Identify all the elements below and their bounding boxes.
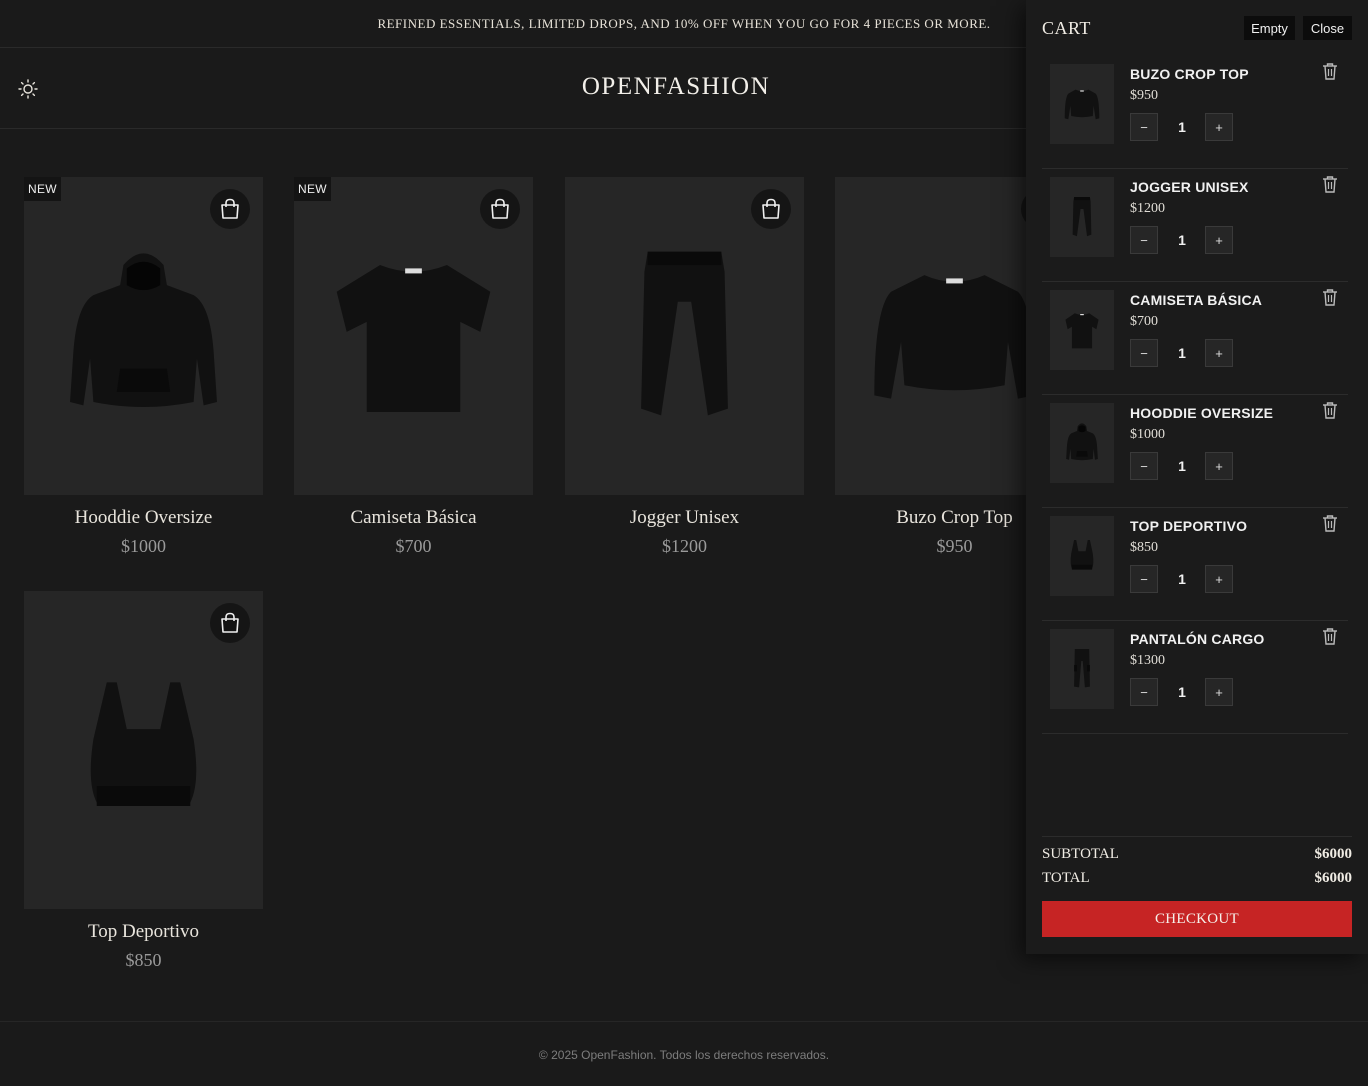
cart-totals: SUBTOTAL $6000 TOTAL $6000 <box>1042 836 1352 886</box>
cart-item-thumbnail <box>1050 629 1114 709</box>
increase-quantity-button[interactable]: + <box>1205 113 1233 141</box>
quantity-value: 1 <box>1178 684 1186 700</box>
remove-item-button[interactable] <box>1320 625 1340 647</box>
shopping-bag-icon <box>491 198 509 219</box>
remove-item-button[interactable] <box>1320 173 1340 195</box>
cart-item-name: JOGGER UNISEX <box>1130 179 1249 195</box>
close-cart-button[interactable]: Close <box>1303 16 1352 40</box>
cart-item-thumbnail <box>1050 64 1114 144</box>
product-name[interactable]: Hooddie Oversize <box>24 507 263 529</box>
product-image[interactable] <box>24 591 263 909</box>
cart-item: TOP DEPORTIVO $850 − 1 + <box>1042 508 1348 621</box>
cargo-pants-image <box>1074 649 1090 688</box>
add-to-cart-button[interactable] <box>210 189 250 229</box>
product-price: $1200 <box>662 536 707 556</box>
cart-item-price: $1200 <box>1130 201 1165 216</box>
add-to-cart-button[interactable] <box>751 189 791 229</box>
quantity-value: 1 <box>1178 458 1186 474</box>
subtotal-label: SUBTOTAL <box>1042 846 1119 862</box>
decrease-quantity-button[interactable]: − <box>1130 113 1158 141</box>
cart-item-thumbnail <box>1050 177 1114 257</box>
cart-item-price: $850 <box>1130 540 1158 555</box>
product-price: $1000 <box>121 536 166 556</box>
cart-item-price: $1300 <box>1130 653 1165 668</box>
crop-sweater-image <box>1064 89 1100 120</box>
quantity-value: 1 <box>1178 232 1186 248</box>
cart-item: PANTALÓN CARGO $1300 − 1 + <box>1042 621 1348 734</box>
increase-quantity-button[interactable]: + <box>1205 339 1233 367</box>
product-card[interactable]: Top Deportivo $850 <box>24 591 263 971</box>
decrease-quantity-button[interactable]: − <box>1130 678 1158 706</box>
copyright-text: © 2025 OpenFashion. Todos los derechos r… <box>538 1048 830 1062</box>
site-footer: © 2025 OpenFashion. Todos los derechos r… <box>0 1021 1368 1086</box>
cart-item-price: $1000 <box>1130 427 1165 442</box>
jogger-pants-image <box>1072 197 1092 237</box>
decrease-quantity-button[interactable]: − <box>1130 339 1158 367</box>
increase-quantity-button[interactable]: + <box>1205 565 1233 593</box>
trash-icon <box>1323 515 1337 532</box>
sports-bra-image <box>1070 540 1094 570</box>
shopping-bag-icon <box>221 198 239 219</box>
new-badge: NEW <box>24 177 61 201</box>
product-price: $850 <box>125 950 162 970</box>
product-name[interactable]: Jogger Unisex <box>565 507 804 529</box>
trash-icon <box>1323 289 1337 306</box>
cart-item-name: BUZO CROP TOP <box>1130 66 1249 82</box>
remove-item-button[interactable] <box>1320 512 1340 534</box>
cart-item-thumbnail <box>1050 290 1114 370</box>
quantity-value: 1 <box>1178 119 1186 135</box>
trash-icon <box>1323 402 1337 419</box>
cart-item: JOGGER UNISEX $1200 − 1 + <box>1042 169 1348 282</box>
cart-title: CART <box>1042 18 1091 38</box>
quantity-value: 1 <box>1178 571 1186 587</box>
product-price: $700 <box>395 536 432 556</box>
product-card[interactable]: NEW Hooddie Oversize $1000 <box>24 177 263 557</box>
total-value: $6000 <box>1314 870 1353 886</box>
trash-icon <box>1323 176 1337 193</box>
decrease-quantity-button[interactable]: − <box>1130 452 1158 480</box>
cart-item: HOODDIE OVERSIZE $1000 − 1 + <box>1042 395 1348 508</box>
quantity-value: 1 <box>1178 345 1186 361</box>
product-card[interactable]: Jogger Unisex $1200 <box>565 177 804 557</box>
increase-quantity-button[interactable]: + <box>1205 678 1233 706</box>
cart-item: BUZO CROP TOP $950 − 1 + <box>1042 56 1348 169</box>
decrease-quantity-button[interactable]: − <box>1130 226 1158 254</box>
empty-cart-button[interactable]: Empty <box>1244 16 1295 40</box>
hoodie-image <box>1066 423 1098 461</box>
cart-item-name: TOP DEPORTIVO <box>1130 518 1248 534</box>
cart-item-name: CAMISETA BÁSICA <box>1130 292 1263 308</box>
decrease-quantity-button[interactable]: − <box>1130 565 1158 593</box>
t-shirt-image <box>1065 313 1099 349</box>
increase-quantity-button[interactable]: + <box>1205 226 1233 254</box>
add-to-cart-button[interactable] <box>210 603 250 643</box>
trash-icon <box>1323 628 1337 645</box>
add-to-cart-button[interactable] <box>480 189 520 229</box>
cart-item-name: HOODDIE OVERSIZE <box>1130 405 1274 421</box>
remove-item-button[interactable] <box>1320 286 1340 308</box>
remove-item-button[interactable] <box>1320 60 1340 82</box>
cart-item-price: $950 <box>1130 88 1158 103</box>
shopping-bag-icon <box>221 612 239 633</box>
total-label: TOTAL <box>1042 870 1090 886</box>
product-name[interactable]: Top Deportivo <box>24 921 263 943</box>
product-image[interactable] <box>565 177 804 495</box>
product-image[interactable]: NEW <box>294 177 533 495</box>
cart-item: CAMISETA BÁSICA $700 − 1 + <box>1042 282 1348 395</box>
remove-item-button[interactable] <box>1320 399 1340 421</box>
new-badge: NEW <box>294 177 331 201</box>
cart-drawer: CART Empty Close BUZO CROP TOP $950−1 + JOG… <box>1026 0 1368 954</box>
trash-icon <box>1323 63 1337 80</box>
cart-item-price: $700 <box>1130 314 1158 329</box>
shopping-bag-icon <box>762 198 780 219</box>
cart-item-thumbnail <box>1050 403 1114 483</box>
product-name[interactable]: Camiseta Básica <box>294 507 533 529</box>
increase-quantity-button[interactable]: + <box>1205 452 1233 480</box>
subtotal-value: $6000 <box>1314 846 1353 862</box>
product-card[interactable]: NEW Camiseta Básica $700 <box>294 177 533 557</box>
cart-item-thumbnail <box>1050 516 1114 596</box>
product-image[interactable]: NEW <box>24 177 263 495</box>
checkout-button[interactable]: CHECKOUT <box>1042 901 1352 937</box>
cart-item-name: PANTALÓN CARGO <box>1130 631 1265 647</box>
